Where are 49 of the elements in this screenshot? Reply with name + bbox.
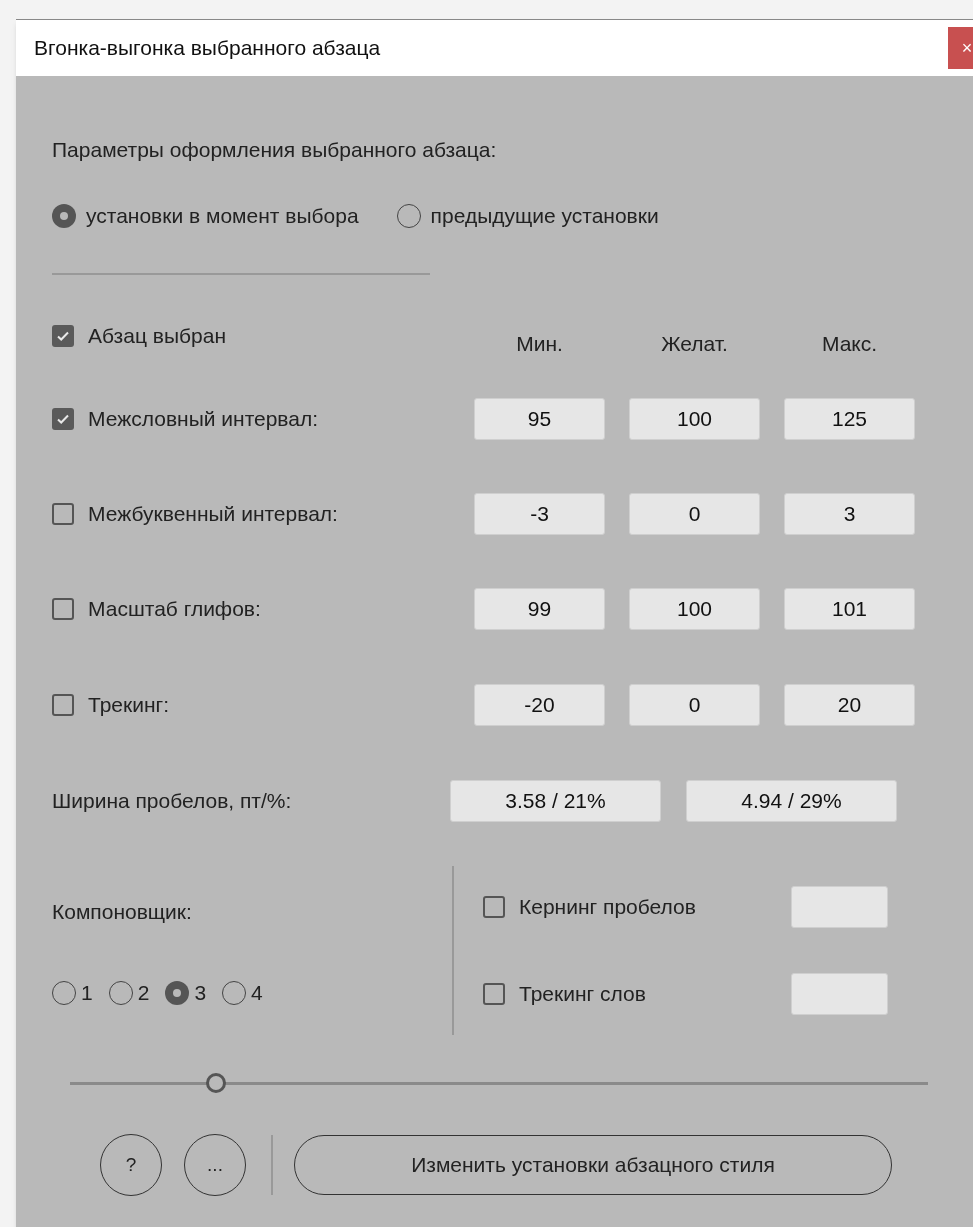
checkbox-label: Межсловный интервал: (88, 406, 319, 433)
window-title: Вгонка-выгонка выбранного абзаца (34, 35, 381, 62)
input-field[interactable] (791, 886, 888, 928)
column-header: Желат. (661, 332, 728, 355)
input-field[interactable]: -3 (474, 493, 605, 535)
radio-label: 1 (81, 980, 93, 1007)
check-icon (56, 412, 70, 426)
input-field[interactable]: 100 (629, 588, 760, 630)
checkbox[interactable] (52, 694, 74, 716)
input-field[interactable]: 100 (629, 398, 760, 440)
checkbox-label: Масштаб глифов: (88, 596, 261, 623)
input-field[interactable]: 101 (784, 588, 915, 630)
input-field[interactable]: 3 (784, 493, 915, 535)
checkbox-label: Абзац выбран (88, 323, 226, 349)
radio-label: установки в момент выбора (86, 203, 359, 230)
radio-label: 2 (137, 980, 150, 1007)
checkbox[interactable] (52, 408, 74, 430)
radio-label: предыдущие установки (430, 203, 659, 230)
composer-label: Компоновщик: (52, 899, 193, 925)
checkbox[interactable] (52, 598, 74, 620)
radio-label: 4 (251, 980, 263, 1007)
checkbox-label: Трекинг слов (519, 981, 646, 1008)
checkbox[interactable] (483, 983, 505, 1005)
slider-thumb[interactable] (205, 1073, 226, 1093)
checkbox-label: Межбуквенный интервал: (88, 501, 338, 528)
input-field[interactable]: 125 (784, 398, 915, 440)
input-field[interactable]: 0 (629, 684, 760, 726)
checkbox[interactable] (52, 324, 74, 347)
input-field[interactable]: 0 (629, 493, 760, 535)
radio-button[interactable] (165, 981, 190, 1005)
input-field[interactable]: 4.94 / 29% (686, 780, 897, 822)
section-heading: Параметры оформления выбранного абзаца: (52, 137, 498, 163)
column-header: Макс. (821, 332, 878, 355)
input-field[interactable] (791, 973, 888, 1015)
radio-button[interactable] (52, 204, 76, 228)
checkbox-label: Кернинг пробелов (519, 894, 696, 921)
checkbox[interactable] (52, 503, 74, 525)
column-header: Мин. (516, 332, 563, 355)
checkbox[interactable] (483, 896, 505, 918)
input-field[interactable]: 95 (474, 398, 605, 440)
field-label: Ширина пробелов, пт/%: (52, 788, 293, 815)
checkbox-label: Трекинг: (88, 692, 170, 719)
input-field[interactable]: 99 (474, 588, 605, 630)
input-field[interactable]: -20 (474, 684, 605, 726)
input-field[interactable]: 3.58 / 21% (450, 780, 661, 822)
radio-label: 3 (194, 980, 207, 1007)
input-field[interactable]: 20 (784, 684, 915, 726)
close-button[interactable]: × (948, 27, 973, 69)
slider[interactable] (70, 1073, 928, 1093)
